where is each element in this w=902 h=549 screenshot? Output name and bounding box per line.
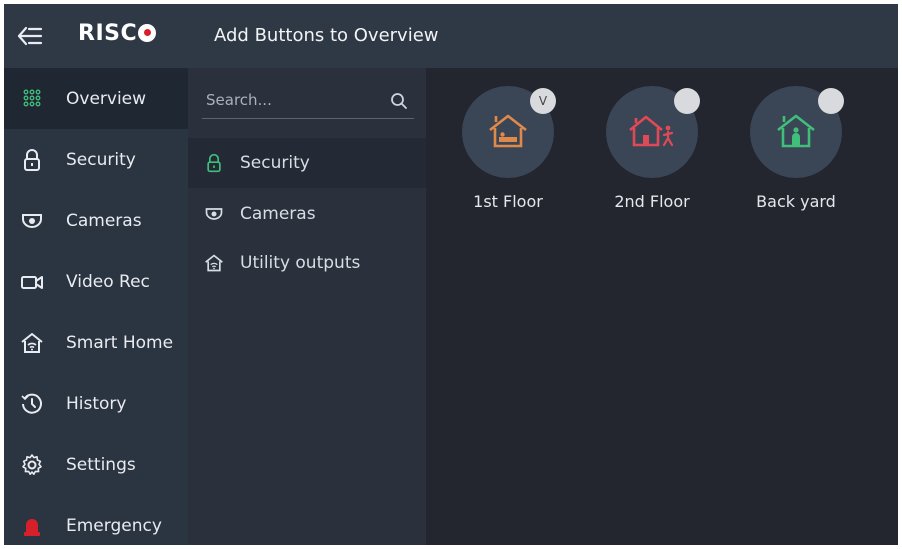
padlock-icon [24, 148, 40, 171]
history-clock-icon [21, 393, 42, 414]
tile-select-toggle[interactable] [674, 88, 700, 114]
category-panel: Security Cameras Utility outputs [188, 68, 426, 545]
sidebar-item-video-rec[interactable]: Video Rec [4, 251, 188, 312]
sidebar-item-history[interactable]: History [4, 373, 188, 434]
tile-back-yard[interactable]: Back yard [730, 86, 860, 216]
sidebar: RISC Overview Security Cameras Video Rec… [4, 4, 188, 545]
gear-icon [22, 453, 42, 475]
house-person-icon [777, 114, 815, 148]
risco-logo: RISC [78, 21, 157, 46]
house-bed-icon [489, 114, 527, 148]
app-window: RISC Overview Security Cameras Video Rec… [4, 4, 898, 545]
category-item-label: Cameras [240, 204, 316, 224]
category-item-security[interactable]: Security [188, 138, 426, 188]
sidebar-item-label: History [66, 393, 127, 414]
smart-home-icon [21, 332, 43, 353]
search-input[interactable] [202, 84, 390, 116]
overview-buttons-area: V 1st Floor 2nd Floor Back yard [426, 68, 898, 545]
page-title: Add Buttons to Overview [214, 25, 439, 46]
tile-label: Back yard [756, 192, 836, 211]
sidebar-item-smart-home[interactable]: Smart Home [4, 312, 188, 373]
brand-bar: RISC [4, 4, 188, 68]
category-item-label: Utility outputs [240, 253, 361, 273]
sidebar-item-label: Emergency [66, 515, 162, 536]
category-item-cameras[interactable]: Cameras [188, 189, 426, 239]
padlock-icon [207, 153, 221, 173]
back-arrow-icon[interactable] [17, 25, 43, 47]
sidebar-item-overview[interactable]: Overview [4, 68, 188, 129]
header-bar: Add Buttons to Overview [188, 4, 898, 68]
tile-label: 1st Floor [473, 192, 543, 211]
sidebar-item-label: Overview [66, 88, 147, 109]
sidebar-item-security[interactable]: Security [4, 129, 188, 190]
category-item-label: Security [240, 153, 310, 173]
tile-1st-floor[interactable]: V 1st Floor [442, 86, 572, 216]
sidebar-item-settings[interactable]: Settings [4, 434, 188, 495]
smart-home-icon [205, 254, 223, 272]
siren-icon [24, 518, 40, 536]
keypad-grid-icon [23, 89, 41, 106]
sidebar-item-cameras[interactable]: Cameras [4, 190, 188, 251]
search-box [202, 84, 414, 119]
camera-icon [22, 213, 42, 228]
sidebar-item-emergency[interactable]: Emergency [4, 495, 188, 545]
sidebar-item-label: Smart Home [66, 332, 174, 353]
sidebar-item-label: Security [66, 149, 136, 170]
camera-icon [205, 208, 223, 220]
tile-label: 2nd Floor [614, 192, 690, 211]
sidebar-item-label: Video Rec [66, 271, 150, 292]
tile-select-toggle[interactable]: V [530, 88, 556, 114]
tile-select-toggle[interactable] [818, 88, 844, 114]
category-item-utility-outputs[interactable]: Utility outputs [188, 238, 426, 288]
house-person-icon [629, 115, 674, 147]
tile-2nd-floor[interactable]: 2nd Floor [586, 86, 716, 216]
video-camera-icon [21, 275, 43, 289]
sidebar-item-label: Settings [66, 454, 136, 475]
search-icon[interactable] [390, 92, 408, 110]
sidebar-item-label: Cameras [66, 210, 142, 231]
